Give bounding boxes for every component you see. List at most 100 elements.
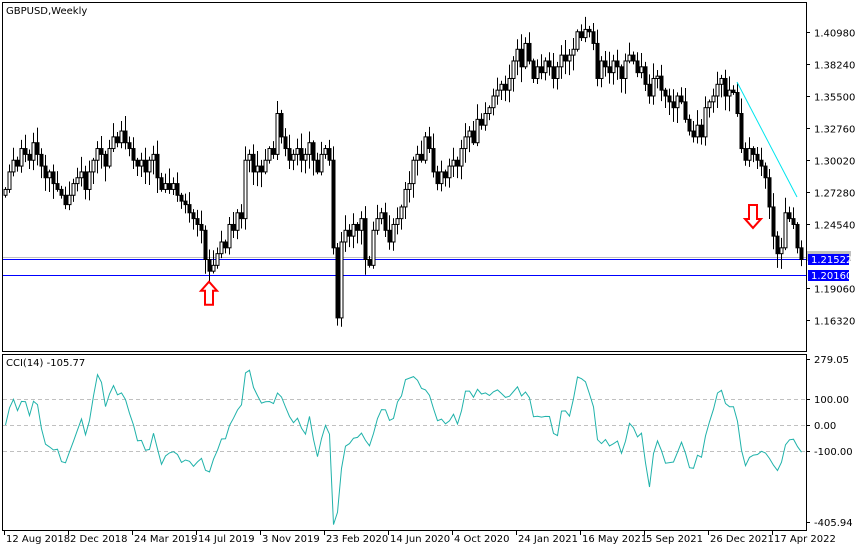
candle-body-bear [327, 148, 332, 161]
candle-body-bear [187, 204, 192, 214]
candle-body-bull [119, 130, 124, 144]
candle-body-bull [95, 148, 100, 161]
candle-body-bear [603, 60, 608, 68]
price-tick-label: 1.24540 [814, 221, 855, 232]
candle-body-bear [175, 183, 180, 196]
gbpusd-weekly-chart[interactable]: GBPUSD,Weekly 1.40980 1.38240 1.35500 1.327… [0, 0, 860, 550]
candle-body-bear [231, 223, 236, 231]
candle-body-bull [439, 171, 444, 185]
candle-body-bull [71, 183, 76, 196]
candle-body-bull [623, 60, 628, 79]
candle-body-bear [471, 130, 476, 144]
candle-body-bull [483, 113, 488, 126]
candle-body-bear [347, 229, 352, 237]
price-line-label: 1.21522 [811, 255, 852, 266]
candle-body-bear [619, 66, 624, 79]
candle-body-bull [507, 77, 512, 91]
candle-body-bull [67, 194, 72, 206]
candle-body-bull [467, 130, 472, 138]
candle-body-bear [199, 223, 204, 231]
candle-body-bull [571, 48, 576, 56]
candle-body-bull [339, 241, 344, 319]
time-tick-label: 24 Jan 2021 [518, 534, 578, 545]
candle-body-bull [247, 153, 252, 161]
candle-body-bear [635, 60, 640, 74]
candle-body-bull [47, 171, 52, 179]
candle-body-bear [615, 60, 620, 68]
candle-body-bear [631, 54, 636, 62]
candle-body-bear [455, 159, 460, 167]
candle-body-bull [727, 89, 732, 97]
candle [335, 242, 340, 326]
candle-body-bear [131, 148, 136, 161]
candle-body-bear [755, 153, 760, 161]
candle-body-bull [79, 171, 84, 179]
candle-body-bear [687, 118, 692, 132]
candle-body-bull [171, 183, 176, 190]
candle-body-bull [19, 148, 24, 167]
candle-body-bear [103, 153, 108, 167]
candle-body-bull [91, 159, 96, 173]
candle-body-bear [751, 148, 756, 155]
candle-body-bear [775, 235, 780, 255]
candle-body-bear [179, 194, 184, 202]
price-panel[interactable]: GBPUSD,Weekly [2, 2, 807, 352]
candle-body-bear [431, 148, 436, 173]
candle [331, 146, 336, 255]
candle-body-bear [15, 159, 20, 167]
price-tick-label: 1.27280 [814, 189, 855, 200]
candle-body-bull [243, 159, 248, 220]
candle-body-bull [147, 159, 152, 173]
candle-body-bull [555, 66, 560, 79]
candle-body-bear [587, 28, 592, 33]
candle-body-bear [55, 183, 60, 190]
time-tick-label: 23 Feb 2020 [326, 534, 388, 545]
candle-body-bull [719, 77, 724, 85]
candle-body-bear [143, 159, 148, 173]
candle-body-bear [791, 218, 796, 225]
candle-body-bear [435, 171, 440, 185]
candle-body-bull [351, 223, 356, 237]
candle-body-bull [87, 171, 92, 190]
candle-body-bull [343, 229, 348, 243]
candle-body-bear [39, 153, 44, 167]
candle-body-bull [695, 124, 700, 138]
candle-body-bear [427, 136, 432, 150]
candle-body-bull [675, 95, 680, 109]
candle-body-bear [287, 148, 292, 161]
candle-body-bear [667, 95, 672, 103]
candle-body-bear [443, 171, 448, 179]
time-tick-label: 14 Jul 2019 [198, 534, 255, 545]
candle-body-bear [27, 153, 32, 161]
candle-body-bear [799, 247, 804, 261]
candle-body-bull [407, 183, 412, 190]
candle-body-bear [315, 159, 320, 173]
candle-body-bear [259, 165, 264, 173]
candle-body-bull [111, 136, 116, 150]
price-tick-label: 1.38240 [814, 61, 855, 72]
candle-body-bull [359, 218, 364, 231]
candle-body-bull [411, 159, 416, 185]
candle-body-bull [783, 212, 788, 249]
candle-body-bear [563, 54, 568, 62]
candle-body-bear [591, 31, 596, 44]
candle [423, 131, 428, 164]
time-tick-label: 4 Oct 2020 [454, 534, 509, 545]
candle-body-bull [395, 218, 400, 225]
candle-body-bear [63, 194, 68, 206]
time-tick-label: 24 Mar 2019 [134, 534, 197, 545]
time-tick-label: 26 Dec 2021 [710, 534, 774, 545]
candle-body-bull [523, 42, 528, 68]
price-panel-frame [2, 2, 807, 352]
candle-body-bear [251, 153, 256, 173]
candle-body-bull [323, 148, 328, 155]
candle-body-bear [539, 66, 544, 74]
candle-body-bull [415, 153, 420, 161]
candle-body-bear [479, 118, 484, 126]
candle-body-bear [23, 148, 28, 155]
candle-body-bear [739, 113, 744, 150]
time-tick-label: 5 Sep 2021 [646, 534, 703, 545]
cci-panel[interactable]: CCI(14) -105.77 [2, 354, 807, 531]
candle-body-bear [643, 66, 648, 85]
candle-body-bear [195, 218, 200, 225]
